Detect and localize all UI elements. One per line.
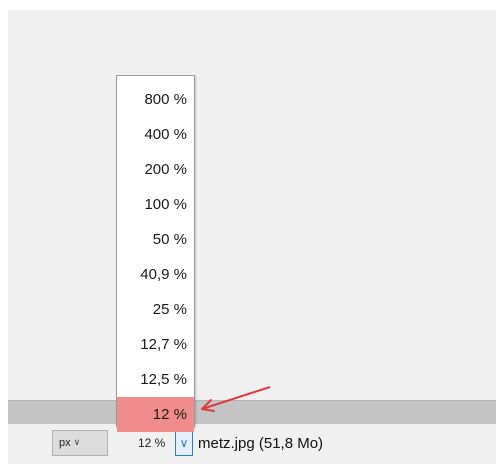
zoom-dropdown-menu: 800 % 400 % 200 % 100 % 50 % 40,9 % 25 %… — [116, 75, 195, 432]
zoom-option-200[interactable]: 200 % — [117, 152, 194, 187]
zoom-option-800[interactable]: 800 % — [117, 82, 194, 117]
chevron-down-icon: ∨ — [179, 436, 189, 450]
zoom-option-400[interactable]: 400 % — [117, 117, 194, 152]
zoom-option-50[interactable]: 50 % — [117, 222, 194, 257]
zoom-option-12-5[interactable]: 12,5 % — [117, 362, 194, 397]
zoom-option-100[interactable]: 100 % — [117, 187, 194, 222]
unit-select[interactable]: px ∨ — [52, 430, 108, 456]
zoom-option-40-9[interactable]: 40,9 % — [117, 257, 194, 292]
zoom-option-12-7[interactable]: 12,7 % — [117, 327, 194, 362]
unit-select-label: px — [59, 437, 71, 449]
image-canvas-area — [8, 10, 496, 400]
chevron-down-icon: ∨ — [73, 436, 81, 447]
zoom-value-field[interactable]: 12 % — [138, 431, 174, 455]
file-info-text: metz.jpg (51,8 Mo) — [198, 434, 324, 452]
zoom-option-25[interactable]: 25 % — [117, 292, 194, 327]
zoom-dropdown-button[interactable]: ∨ — [175, 430, 193, 456]
horizontal-scroll-strip[interactable] — [8, 400, 496, 424]
zoom-option-12-selected[interactable]: 12 % — [117, 397, 194, 432]
